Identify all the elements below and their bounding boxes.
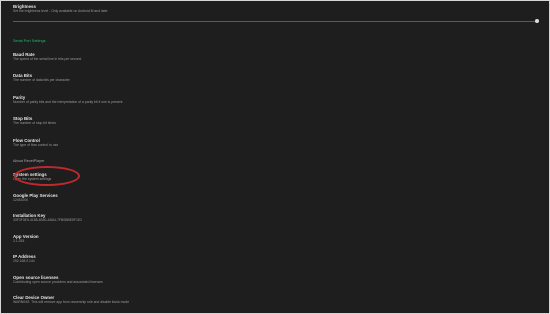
setting-stop-bits[interactable]: Stop Bits The number of stop bit times	[13, 116, 533, 125]
setting-subtitle: The type of flow control to use	[13, 143, 59, 147]
setting-system-settings[interactable]: System settings Open the system settings	[13, 172, 533, 181]
brightness-slider-track[interactable]	[13, 21, 537, 22]
setting-subtitle: Contributing open source providers and a…	[13, 280, 103, 284]
setting-subtitle: 192.168.0.144	[13, 259, 35, 263]
setting-ip-address[interactable]: IP Address 192.168.0.144	[13, 254, 533, 263]
brightness-setting[interactable]: Brightness Set the brightness level - On…	[13, 4, 533, 13]
setting-subtitle: Open the system settings	[13, 177, 52, 181]
setting-subtitle: The number of data bits per character	[13, 78, 70, 82]
setting-subtitle: The speed of the serial line in bits per…	[13, 57, 82, 61]
setting-parity[interactable]: Parity Number of parity bits and the int…	[13, 95, 533, 104]
setting-subtitle: The number of stop bit times	[13, 121, 56, 125]
setting-app-version[interactable]: App Version 2.1.253	[13, 234, 533, 243]
setting-subtitle: WARNING: This will remove app from owner…	[13, 300, 130, 304]
brightness-subtitle: Set the brightness level - Only availabl…	[13, 9, 108, 13]
setting-clear-device-owner[interactable]: Clear Device Owner WARNING: This will re…	[13, 295, 533, 304]
setting-baud-rate[interactable]: Baud Rate The speed of the serial line i…	[13, 52, 533, 61]
about-section-header: About RevelPlayer	[13, 159, 45, 163]
setting-google-play-services[interactable]: Google Play Services 12451000	[13, 193, 533, 202]
brightness-slider-thumb[interactable]	[535, 19, 539, 23]
setting-subtitle: Number of parity bits and the interpreta…	[13, 100, 123, 104]
setting-open-source-licenses[interactable]: Open source licenses Contributing open s…	[13, 275, 533, 284]
setting-installation-key[interactable]: Installation Key 33F3F3E5-4158-4B50-A5A4…	[13, 213, 533, 222]
settings-window: Brightness Set the brightness level - On…	[1, 1, 549, 313]
setting-subtitle: 2.1.253	[13, 239, 25, 243]
setting-data-bits[interactable]: Data Bits The number of data bits per ch…	[13, 73, 533, 82]
setting-flow-control[interactable]: Flow Control The type of flow control to…	[13, 138, 533, 147]
setting-subtitle: 12451000	[13, 198, 29, 202]
serial-section-header: Serial Port Settings	[13, 39, 46, 43]
setting-subtitle: 33F3F3E5-4158-4B50-A5A4-7FB0BBE5F1E2	[13, 218, 82, 222]
